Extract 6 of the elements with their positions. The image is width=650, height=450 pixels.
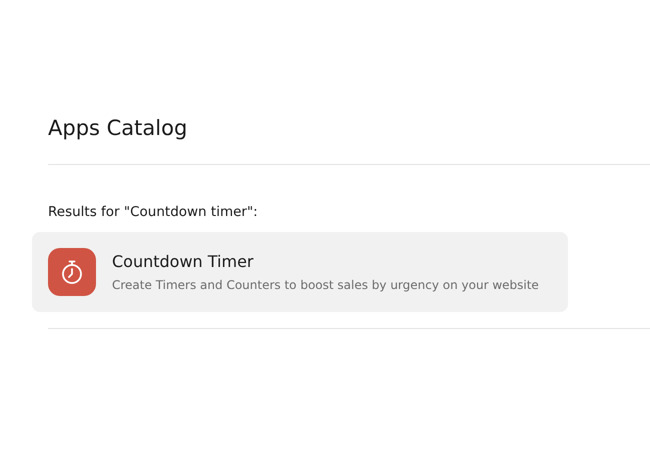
app-name: Countdown Timer bbox=[112, 250, 255, 272]
app-result-card[interactable]: Countdown Timer Create Timers and Counters to boost sales by urgency on your website bbox=[32, 232, 568, 312]
page-title: Apps Catalog bbox=[48, 115, 188, 142]
results-label: Results for "Countdown timer": bbox=[48, 203, 259, 222]
stopwatch-icon bbox=[60, 259, 84, 285]
app-description: Create Timers and Counters to boost sales by urgency on your website bbox=[112, 276, 539, 294]
